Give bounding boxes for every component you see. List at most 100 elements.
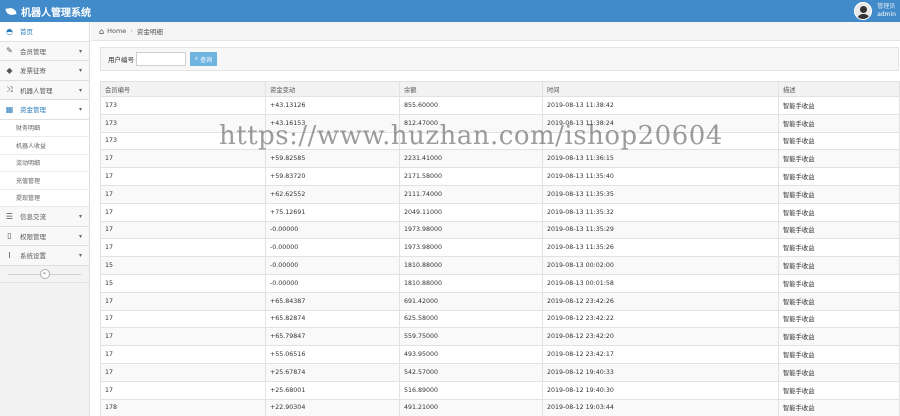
table-row: 17 +75.12691 2049.11000 2019-08-13 11:35:32…	[100, 202, 900, 222]
sidebar-subitem-withdraw[interactable]: 提现管理	[0, 189, 89, 207]
cell-member-id: 173	[100, 131, 266, 151]
cell-description: 智能手收益	[778, 167, 900, 186]
table-row: 17 +59.82585 2231.41000 2019-08-13 11:36:15…	[100, 149, 900, 169]
cell-member-id: 173	[100, 96, 266, 115]
cell-balance: 625.58000	[399, 309, 543, 329]
user-menu[interactable]: 管理员 admin	[854, 1, 896, 21]
cell-member-id: 15	[100, 256, 266, 275]
cell-member-id: 17	[100, 149, 266, 169]
sidebar-collapse: «	[0, 265, 89, 283]
leaf-icon	[5, 6, 17, 16]
cell-member-id: 15	[100, 273, 266, 293]
breadcrumb-home[interactable]: Home	[107, 27, 126, 35]
sidebar-item-members[interactable]: ✎ 会员管理 ▾	[0, 41, 89, 61]
cell-balance: 2049.11000	[399, 202, 543, 222]
column-header-change[interactable]: 资金变动	[265, 81, 400, 97]
chevron-down-icon: ▾	[78, 252, 82, 259]
sidebar-subitem-flow-detail[interactable]: 流动明细	[0, 154, 89, 172]
table-row: 178 +22.90304 491.21000 2019-08-12 19:03:44…	[100, 398, 900, 416]
cell-member-id: 17	[100, 167, 266, 186]
sidebar-item-robots[interactable]: ⤨ 机器人管理 ▾	[0, 80, 89, 100]
cell-description: 智能手收益	[778, 309, 900, 329]
cell-time: 2019-08-13 11:35:32	[542, 202, 779, 222]
cell-member-id: 17	[100, 309, 266, 329]
cell-time: 2019-08-13 11:38:42	[542, 96, 779, 115]
cell-change: -0.00000	[265, 273, 400, 293]
cell-description: 智能手收益	[778, 291, 900, 311]
table-row: 17 +65.84387 691.42000 2019-08-12 23:42:26 智…	[100, 291, 900, 311]
double-chevron-left-icon[interactable]: «	[39, 268, 50, 279]
cell-time: 2019-08-13 11:35:29	[542, 220, 779, 240]
cell-balance: 491.21000	[399, 398, 543, 416]
column-header-member-id[interactable]: 会员编号	[100, 81, 266, 97]
sidebar-item-messages[interactable]: ☰ 信息交流 ▾	[0, 207, 89, 227]
table-row: 17 +25.67874 542.57000 2019-08-12 19:40:33 智…	[100, 362, 900, 382]
cell-time: 2019-08-13 11:38:24	[542, 113, 779, 133]
cell-time: 2019-08-12 19:40:30	[542, 380, 779, 400]
cell-balance: 1810.88000	[399, 273, 543, 293]
cell-change: +65.82874	[265, 309, 400, 329]
cell-time: 2019-08-13 11:35:26	[542, 238, 779, 258]
cell-balance: 855.60000	[399, 96, 543, 115]
sidebar-subitem-robot-income[interactable]: 机器人收益	[0, 137, 89, 155]
shuffle-icon: ⤨	[6, 85, 13, 95]
text-height-icon: I	[8, 250, 11, 260]
cell-change: -0.00000	[265, 238, 400, 258]
cell-change: +62.62552	[265, 184, 400, 204]
column-header-description[interactable]: 描述	[778, 81, 900, 97]
table-row: 173 智能手收益	[100, 131, 900, 151]
cell-balance	[399, 131, 543, 151]
sidebar-item-settings[interactable]: I 系统设置 ▾	[0, 246, 89, 266]
table-row: 17 -0.00000 1973.98000 2019-08-13 11:35:29 智…	[100, 220, 900, 240]
sidebar-subitem-finance-detail[interactable]: 财务明细	[0, 119, 89, 137]
cell-change: +22.90304	[265, 398, 400, 416]
table-row: 173 +43.13126 855.60000 2019-08-13 11:38:42…	[100, 96, 900, 115]
cell-description: 智能手收益	[778, 380, 900, 400]
search-button[interactable]: ⌕ 查询	[190, 52, 217, 66]
cell-time: 2019-08-12 19:40:33	[542, 362, 779, 382]
cell-balance: 2171.58000	[399, 167, 543, 186]
cell-time: 2019-08-12 23:42:20	[542, 327, 779, 347]
cell-balance: 516.89000	[399, 380, 543, 400]
cell-balance: 1810.88000	[399, 256, 543, 275]
cell-time	[542, 131, 779, 151]
breadcrumb-separator-icon: ›	[130, 27, 133, 35]
edit-icon: ✎	[6, 46, 13, 56]
cell-change: +59.82585	[265, 149, 400, 169]
cell-member-id: 17	[100, 380, 266, 400]
cell-time: 2019-08-13 00:01:58	[542, 273, 779, 293]
brand[interactable]: 机器人管理系统	[0, 4, 91, 19]
sidebar-subitem-recharge[interactable]: 充值管理	[0, 172, 89, 190]
sidebar-item-invoices[interactable]: ◆ 发票征寄 ▾	[0, 61, 89, 81]
breadcrumb-current: 资金明细	[136, 28, 163, 36]
table-row: 15 -0.00000 1810.88000 2019-08-13 00:01:58 智…	[100, 273, 900, 293]
cell-balance: 1973.98000	[399, 238, 543, 258]
cell-description: 智能手收益	[778, 345, 900, 364]
chevron-down-icon: ▾	[78, 213, 82, 220]
cell-member-id: 173	[100, 113, 266, 133]
user-id-input[interactable]	[136, 52, 186, 66]
sidebar-item-home[interactable]: ◓ 首页	[0, 22, 89, 42]
cell-time: 2019-08-13 11:35:40	[542, 167, 779, 186]
cell-balance: 493.95000	[399, 345, 543, 364]
breadcrumb: ⌂ Home › 资金明细	[91, 22, 900, 41]
cell-member-id: 17	[100, 291, 266, 311]
table-row: 17 +62.62552 2111.74000 2019-08-13 11:35:35…	[100, 184, 900, 204]
sidebar-item-funds[interactable]: ▦ 资金管理 ▾	[0, 100, 89, 120]
home-icon: ⌂	[99, 26, 105, 36]
cell-change: -0.00000	[265, 220, 400, 240]
cell-member-id: 17	[100, 345, 266, 364]
cell-description: 智能手收益	[778, 96, 900, 115]
column-header-balance[interactable]: 余额	[399, 81, 543, 97]
avatar[interactable]	[854, 2, 873, 20]
cell-time: 2019-08-12 19:03:44	[542, 398, 779, 416]
cell-change: +25.67874	[265, 362, 400, 382]
column-header-time[interactable]: 时间	[542, 81, 779, 97]
cell-description: 智能手收益	[778, 149, 900, 169]
search-bar: 用户编号 ⌕ 查询	[100, 47, 899, 71]
chevron-down-icon: ▾	[78, 86, 82, 94]
table-row: 17 +65.79847 559.75000 2019-08-12 23:42:20 智…	[100, 327, 900, 347]
sidebar-item-permissions[interactable]: ▯ 权限管理 ▾	[0, 226, 89, 246]
cell-balance: 542.57000	[399, 362, 543, 382]
cell-member-id: 17	[100, 184, 266, 204]
